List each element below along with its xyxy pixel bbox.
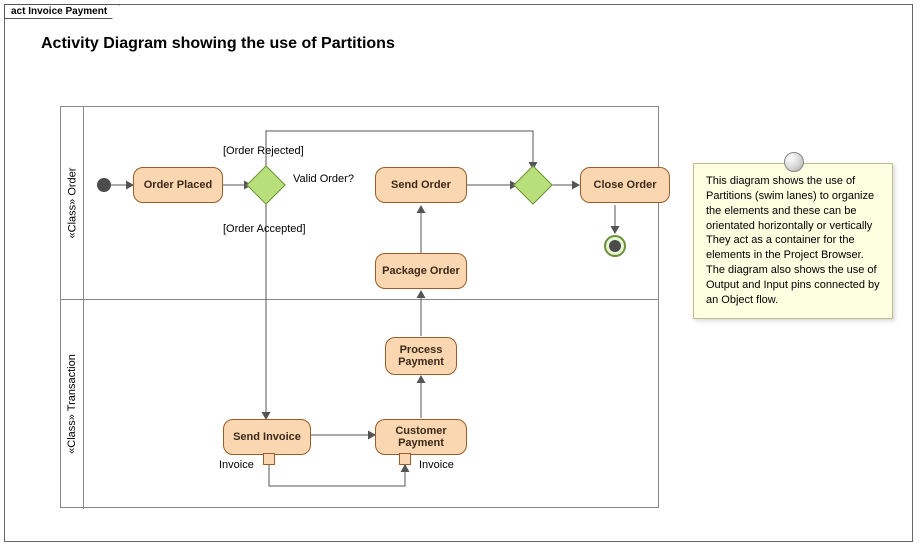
activity-label: Send Order xyxy=(391,179,451,191)
activity-send-order[interactable]: Send Order xyxy=(375,167,467,203)
note: This diagram shows the use of Partitions… xyxy=(693,163,893,319)
partition-divider xyxy=(61,299,658,300)
activity-process-payment[interactable]: Process Payment xyxy=(385,337,457,375)
activity-package-order[interactable]: Package Order xyxy=(375,253,467,289)
partition-header-transaction: «Class» Transaction xyxy=(61,299,84,509)
activity-label: Process Payment xyxy=(390,344,452,368)
input-pin-invoice[interactable] xyxy=(399,453,411,465)
partition-label-order: «Class» Order xyxy=(66,168,78,239)
final-node-inner xyxy=(609,240,621,252)
final-node xyxy=(604,235,626,257)
activity-label: Order Placed xyxy=(144,179,212,191)
activity-close-order[interactable]: Close Order xyxy=(580,167,670,203)
pin-label-invoice-in: Invoice xyxy=(419,459,454,471)
pin-label-invoice-out: Invoice xyxy=(219,459,254,471)
activity-label: Send Invoice xyxy=(233,431,301,443)
partition-header-order: «Class» Order xyxy=(61,107,84,299)
guard-accepted: [Order Accepted] xyxy=(223,223,306,235)
activity-label: Customer Payment xyxy=(380,425,462,449)
activity-order-placed[interactable]: Order Placed xyxy=(133,167,223,203)
frame-tab: act Invoice Payment xyxy=(4,4,120,19)
output-pin-invoice[interactable] xyxy=(263,453,275,465)
partition-label-transaction: «Class» Transaction xyxy=(66,354,78,454)
diagram-frame: act Invoice Payment Activity Diagram sho… xyxy=(4,4,913,542)
diagram-title: Activity Diagram showing the use of Part… xyxy=(41,35,395,53)
activity-customer-payment[interactable]: Customer Payment xyxy=(375,419,467,455)
note-text: This diagram shows the use of Partitions… xyxy=(706,175,880,306)
decision-label: Valid Order? xyxy=(293,173,333,185)
activity-send-invoice[interactable]: Send Invoice xyxy=(223,419,311,455)
guard-rejected: [Order Rejected] xyxy=(223,145,304,157)
activity-label: Package Order xyxy=(382,265,460,277)
initial-node xyxy=(97,178,111,192)
pin-icon xyxy=(784,152,804,172)
activity-label: Close Order xyxy=(594,179,657,191)
frame-tab-label: act Invoice Payment xyxy=(11,6,107,17)
